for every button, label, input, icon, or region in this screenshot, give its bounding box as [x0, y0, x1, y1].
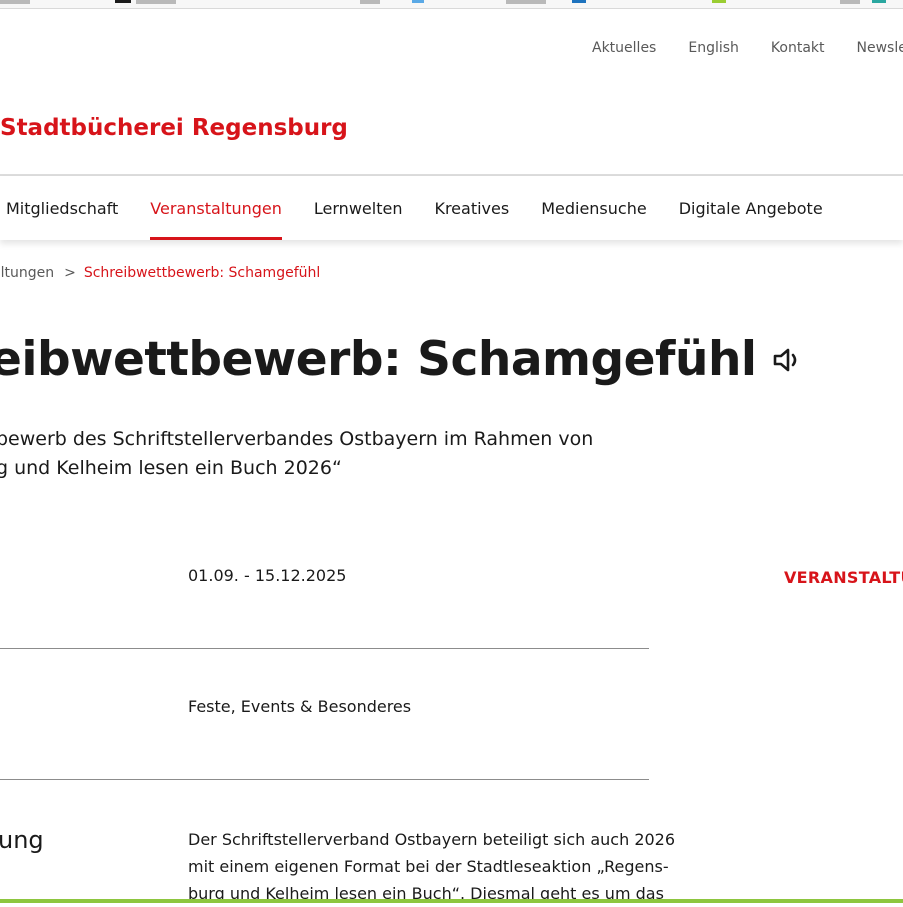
- bookmark-item[interactable]: [506, 0, 546, 4]
- nav-item-veranstaltungen[interactable]: Veranstaltungen: [150, 199, 282, 240]
- description-line: Der Schriftstellerverband Ostbayern bete…: [188, 830, 676, 849]
- service-link-newsletter[interactable]: Newslette: [857, 40, 903, 56]
- breadcrumb-current: Schreibwettbewerb: Schamgefühl: [83, 265, 321, 281]
- page-title-text: eibwettbewerb: Schamgefühl: [0, 332, 757, 387]
- main-nav-bar: Mitgliedschaft Veranstaltungen Lernwelte…: [0, 176, 903, 240]
- site-logo[interactable]: Stadtbücherei Regensburg: [0, 115, 348, 141]
- nav-item-mitgliedschaft[interactable]: Mitgliedschaft: [6, 199, 118, 218]
- bookmark-icon[interactable]: [712, 0, 726, 3]
- nav-item-digitale-angebote[interactable]: Digitale Angebote: [679, 199, 823, 218]
- breadcrumb: altungen > Schreibwettbewerb: Schamgefühl: [0, 265, 320, 281]
- main-nav: Mitgliedschaft Veranstaltungen Lernwelte…: [6, 199, 823, 240]
- breadcrumb-parent[interactable]: altungen: [0, 265, 54, 281]
- service-link-aktuelles[interactable]: Aktuelles: [592, 40, 656, 56]
- nav-item-lernwelten[interactable]: Lernwelten: [314, 199, 403, 218]
- page-title: eibwettbewerb: Schamgefühl: [0, 332, 803, 387]
- bookmark-icon[interactable]: [572, 0, 586, 3]
- bookmark-item[interactable]: [360, 0, 380, 4]
- subtitle-line: g und Kelheim lesen ein Buch 2026“: [0, 457, 342, 479]
- event-description: Der Schriftstellerverband Ostbayern bete…: [188, 826, 676, 907]
- subtitle-line: bewerb des Schriftstellerverbandes Ostba…: [0, 428, 594, 450]
- bottom-accent-bar: [0, 899, 903, 903]
- service-link-english[interactable]: English: [688, 40, 739, 56]
- bookmarks-bar: [0, 0, 903, 9]
- description-line: mit einem eigenen Format bei der Stadtle…: [188, 857, 669, 876]
- sidebar-heading: VERANSTALTU: [784, 568, 903, 587]
- info-divider: [0, 779, 649, 780]
- nav-item-kreatives[interactable]: Kreatives: [434, 199, 509, 218]
- nav-item-mediensuche[interactable]: Mediensuche: [541, 199, 647, 218]
- bookmark-item[interactable]: [840, 0, 860, 4]
- speaker-icon[interactable]: [771, 344, 803, 376]
- event-category: Feste, Events & Besonderes: [188, 697, 412, 716]
- description-label: ung: [0, 826, 44, 854]
- event-subtitle: bewerb des Schriftstellerverbandes Ostba…: [0, 425, 593, 483]
- info-divider: [0, 648, 649, 649]
- bookmark-icon[interactable]: [412, 0, 424, 3]
- service-link-kontakt[interactable]: Kontakt: [771, 40, 825, 56]
- breadcrumb-separator: >: [64, 265, 76, 281]
- bookmark-icon[interactable]: [115, 0, 131, 3]
- bookmark-icon[interactable]: [872, 0, 886, 3]
- event-date: 01.09. - 15.12.2025: [188, 566, 347, 585]
- service-nav: Aktuelles English Kontakt Newslette: [592, 40, 903, 56]
- bookmark-item[interactable]: [136, 0, 176, 4]
- bookmark-item[interactable]: [0, 0, 30, 4]
